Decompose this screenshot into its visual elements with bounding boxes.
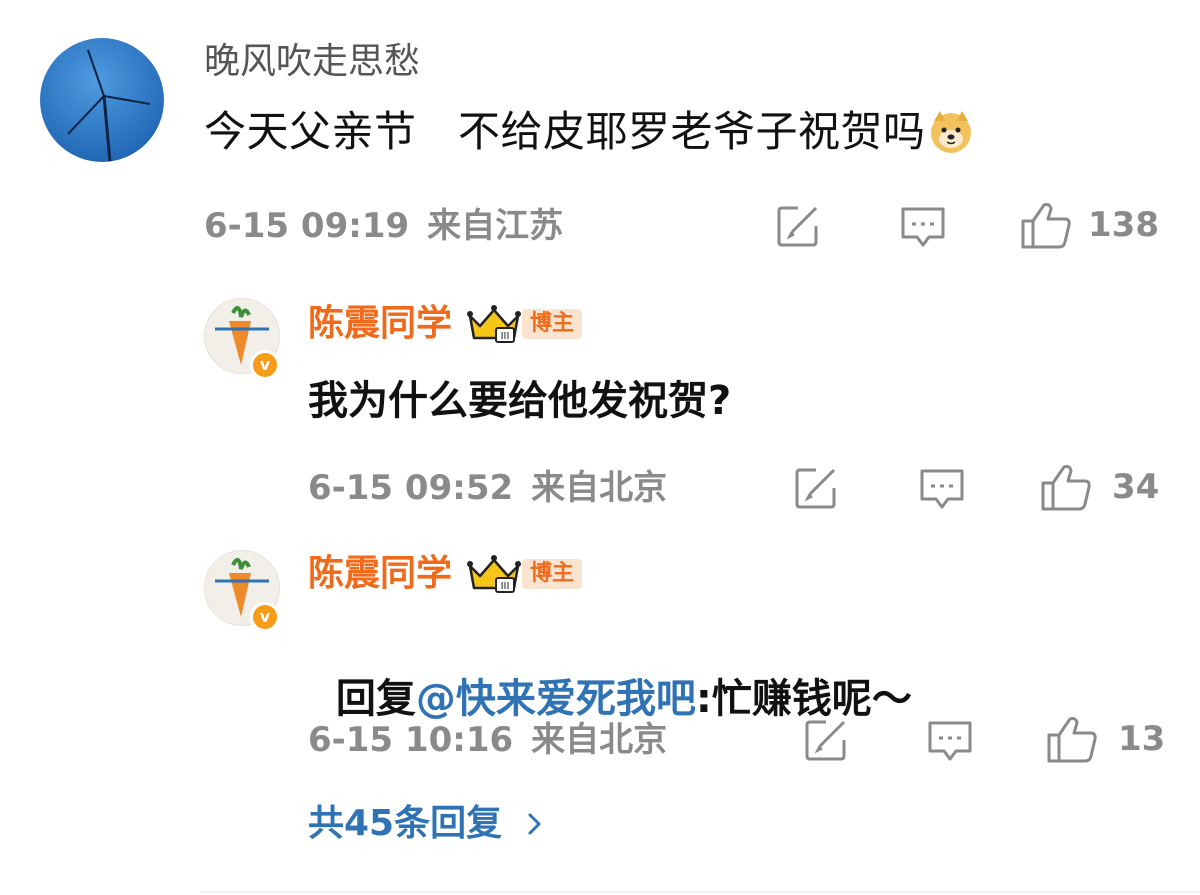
blogger-badge: 博主 — [522, 559, 583, 589]
reply-location: 来自北京 — [531, 720, 668, 760]
reply-meta: 6-15 09:52 来自北京 — [308, 468, 667, 508]
repost-button[interactable] — [794, 466, 840, 510]
comment-reply-button[interactable] — [899, 205, 947, 249]
reply-header: 陈震同学 III 博主 — [308, 552, 583, 596]
comment-body: 今天父亲节 不给皮耶罗老爷子祝贺吗 — [204, 106, 974, 158]
mention-link[interactable]: @快来爱死我吧 — [416, 676, 696, 722]
crown-icon: III — [466, 304, 522, 344]
divider — [200, 891, 1200, 893]
reply-meta: 6-15 10:16 来自北京 — [308, 720, 667, 760]
reply-time: 6-15 09:52 — [308, 468, 514, 508]
reply-location: 来自北京 — [531, 468, 668, 508]
crown-level-label: III — [501, 331, 510, 342]
commenter-avatar[interactable] — [40, 38, 164, 162]
comment-meta: 6-15 09:19 来自江苏 — [204, 206, 563, 246]
reply-username[interactable]: 陈震同学 — [308, 302, 452, 346]
comment-text: 今天父亲节 不给皮耶罗老爷子祝贺吗 — [204, 107, 926, 156]
like-count: 13 — [1118, 719, 1166, 759]
doge-icon — [928, 109, 974, 155]
wind-turbine-avatar-image — [40, 38, 164, 162]
comment-bubble-icon — [901, 207, 945, 247]
reply-header: 陈震同学 III 博主 — [308, 302, 583, 346]
commenter-username[interactable]: 晚风吹走思愁 — [204, 40, 420, 84]
reply-time: 6-15 10:16 — [308, 720, 514, 760]
like-count: 138 — [1088, 205, 1159, 245]
repost-button[interactable] — [776, 204, 822, 248]
share-edit-icon — [805, 720, 846, 761]
comment-bubble-icon — [920, 469, 964, 509]
crown-level-label: III — [501, 581, 510, 592]
more-replies-link[interactable]: 共45条回复 — [308, 802, 546, 846]
comment-reply-button[interactable] — [926, 719, 974, 763]
reply-text: 我为什么要给他发祝贺? — [308, 378, 732, 424]
blogger-badge: 博主 — [522, 309, 583, 339]
comment-location: 来自江苏 — [427, 206, 564, 246]
like-button[interactable]: 138 — [1020, 200, 1159, 250]
like-count: 34 — [1112, 467, 1160, 507]
verified-v-icon: v — [250, 350, 280, 380]
comment-bubble-icon — [928, 721, 972, 761]
chevron-right-icon — [528, 813, 541, 835]
like-button[interactable]: 34 — [1040, 462, 1159, 512]
share-edit-icon — [777, 206, 818, 247]
crown-icon: III — [466, 554, 522, 594]
comment-reply-button[interactable] — [918, 467, 966, 511]
more-replies-label: 共45条回复 — [308, 803, 503, 844]
verified-v-icon: v — [250, 602, 280, 632]
repost-button[interactable] — [804, 718, 850, 762]
thumbs-up-icon — [1041, 465, 1091, 511]
reply-prefix: 回复 — [335, 676, 416, 722]
comment-time: 6-15 09:19 — [204, 206, 410, 246]
thumbs-up-icon — [1047, 717, 1097, 763]
reply-username[interactable]: 陈震同学 — [308, 552, 452, 596]
share-edit-icon — [795, 468, 836, 509]
reply-suffix: :忙赚钱呢～ — [695, 676, 912, 722]
like-button[interactable]: 13 — [1046, 714, 1165, 764]
thumbs-up-icon — [1021, 203, 1071, 249]
reply-text: 回复@快来爱死我吧:忙赚钱呢～ — [308, 624, 912, 724]
